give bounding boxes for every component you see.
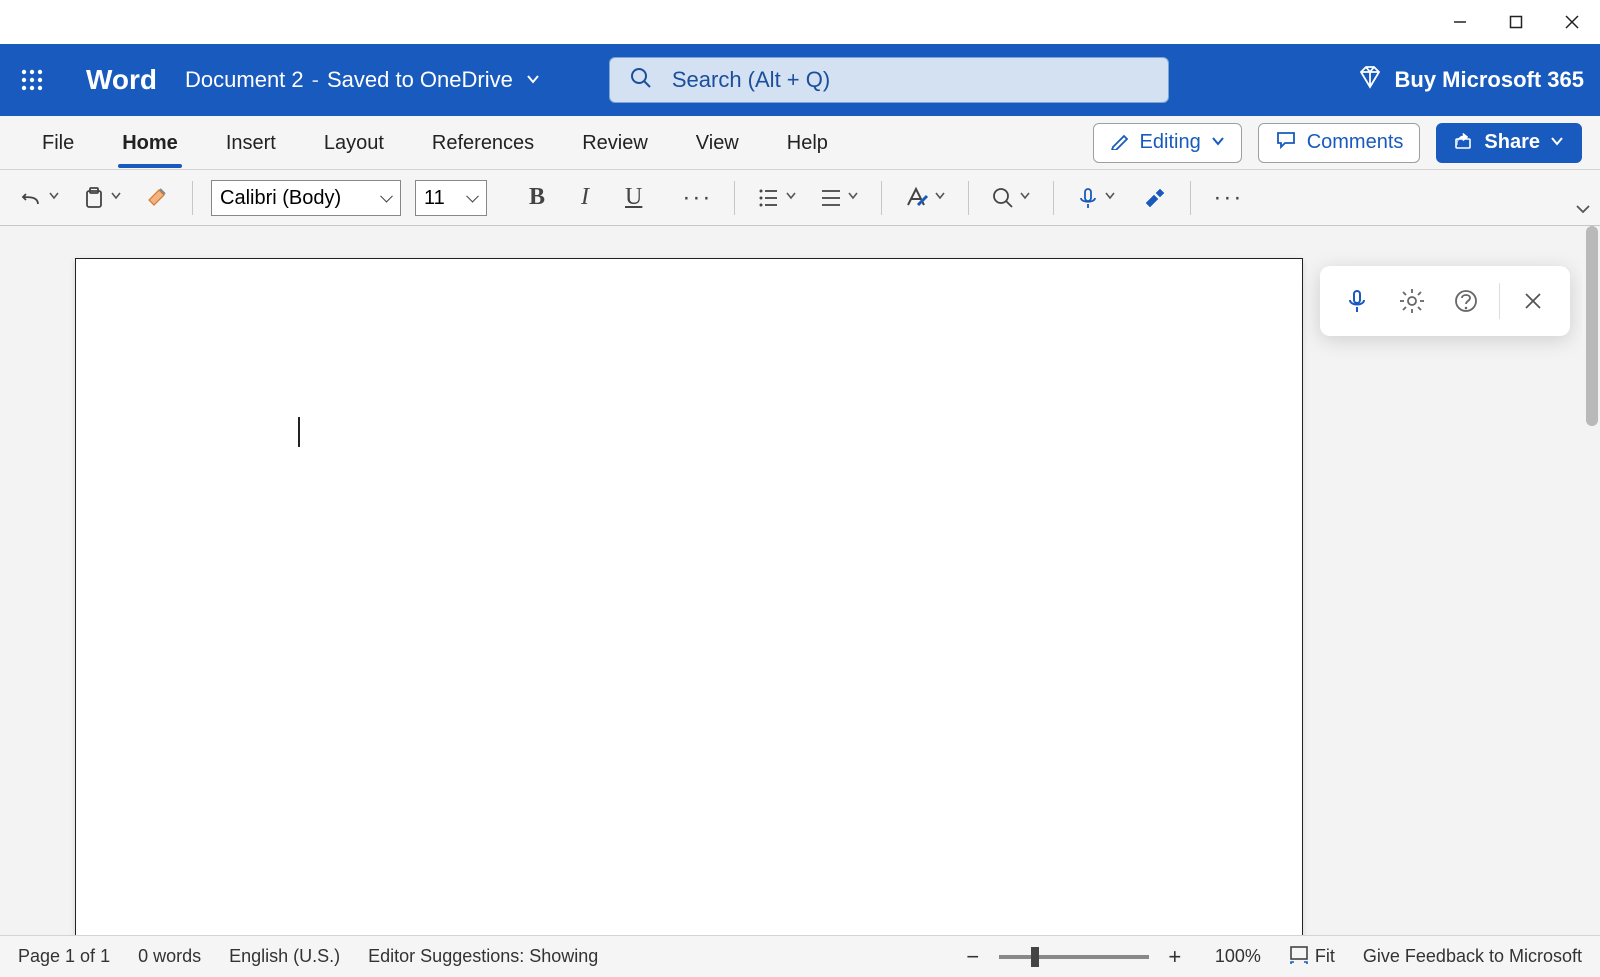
buy-microsoft-365-button[interactable]: Buy Microsoft 365 bbox=[1357, 64, 1585, 96]
tab-view[interactable]: View bbox=[672, 118, 763, 167]
editor-button[interactable] bbox=[1138, 181, 1172, 215]
bullets-button[interactable] bbox=[753, 182, 801, 214]
italic-button[interactable]: I bbox=[577, 180, 593, 215]
tab-file[interactable]: File bbox=[18, 118, 98, 167]
document-name: Document 2 bbox=[185, 67, 304, 93]
home-toolbar: Calibri (Body) 11 B I U ··· bbox=[0, 170, 1600, 226]
chevron-down-icon bbox=[785, 189, 797, 207]
document-canvas[interactable] bbox=[0, 226, 1600, 935]
search-box[interactable]: Search (Alt + Q) bbox=[609, 57, 1169, 103]
zoom-controls: − + bbox=[961, 944, 1187, 970]
save-status: Saved to OneDrive bbox=[327, 67, 513, 93]
text-cursor bbox=[298, 417, 300, 447]
maximize-button[interactable] bbox=[1488, 0, 1544, 44]
chevron-down-icon bbox=[1550, 131, 1564, 154]
paste-button[interactable] bbox=[78, 182, 126, 214]
feedback-link[interactable]: Give Feedback to Microsoft bbox=[1363, 946, 1582, 967]
editing-label: Editing bbox=[1140, 131, 1201, 154]
tab-home[interactable]: Home bbox=[98, 118, 202, 167]
fit-icon bbox=[1289, 944, 1309, 969]
buy-label: Buy Microsoft 365 bbox=[1395, 67, 1585, 93]
editing-mode-dropdown[interactable]: Editing bbox=[1093, 123, 1242, 163]
scrollbar-thumb[interactable] bbox=[1586, 226, 1598, 426]
search-icon bbox=[630, 67, 672, 94]
page-count[interactable]: Page 1 of 1 bbox=[18, 946, 110, 967]
diamond-icon bbox=[1357, 64, 1383, 96]
undo-button[interactable] bbox=[16, 182, 64, 214]
chevron-down-icon bbox=[525, 67, 541, 93]
minimize-button[interactable] bbox=[1432, 0, 1488, 44]
chevron-down-icon bbox=[48, 189, 60, 207]
search-placeholder: Search (Alt + Q) bbox=[672, 67, 830, 93]
app-name: Word bbox=[86, 64, 157, 96]
bold-button[interactable]: B bbox=[525, 180, 549, 215]
status-bar: Page 1 of 1 0 words English (U.S.) Edito… bbox=[0, 935, 1600, 977]
tab-review[interactable]: Review bbox=[558, 118, 672, 167]
more-font-options-button[interactable]: ··· bbox=[678, 180, 716, 216]
comment-icon bbox=[1275, 129, 1297, 157]
chevron-down-icon bbox=[1019, 189, 1031, 207]
zoom-out-button[interactable]: − bbox=[961, 944, 985, 970]
font-family-select[interactable]: Calibri (Body) bbox=[211, 180, 401, 216]
underline-button[interactable]: U bbox=[621, 180, 646, 215]
fit-to-window-button[interactable]: Fit bbox=[1289, 944, 1335, 969]
dictation-toolbar bbox=[1320, 266, 1570, 336]
tab-layout[interactable]: Layout bbox=[300, 118, 408, 167]
vertical-scrollbar[interactable] bbox=[1582, 226, 1600, 935]
chevron-down-icon bbox=[934, 189, 946, 207]
zoom-percent[interactable]: 100% bbox=[1215, 946, 1261, 967]
chevron-down-icon bbox=[110, 189, 122, 207]
chevron-down-icon bbox=[847, 189, 859, 207]
tab-references[interactable]: References bbox=[408, 118, 558, 167]
ribbon-tabs: File Home Insert Layout References Revie… bbox=[0, 116, 1600, 170]
window-titlebar bbox=[0, 0, 1600, 44]
share-button[interactable]: Share bbox=[1436, 123, 1582, 163]
word-count[interactable]: 0 words bbox=[138, 946, 201, 967]
share-label: Share bbox=[1484, 131, 1540, 154]
zoom-slider[interactable] bbox=[999, 955, 1149, 959]
chevron-down-icon bbox=[1211, 131, 1225, 154]
dictate-button[interactable] bbox=[1072, 182, 1120, 214]
close-window-button[interactable] bbox=[1544, 0, 1600, 44]
zoom-slider-thumb[interactable] bbox=[1031, 947, 1039, 967]
zoom-in-button[interactable]: + bbox=[1163, 944, 1187, 970]
editor-suggestions-status[interactable]: Editor Suggestions: Showing bbox=[368, 946, 598, 967]
language-status[interactable]: English (U.S.) bbox=[229, 946, 340, 967]
find-button[interactable] bbox=[987, 182, 1035, 214]
styles-button[interactable] bbox=[900, 181, 950, 215]
font-size-select[interactable]: 11 bbox=[415, 180, 487, 216]
dictation-close-button[interactable] bbox=[1511, 279, 1555, 323]
alignment-button[interactable] bbox=[815, 182, 863, 214]
fit-label: Fit bbox=[1315, 946, 1335, 967]
dictation-settings-button[interactable] bbox=[1390, 279, 1434, 323]
dictation-mic-button[interactable] bbox=[1335, 279, 1379, 323]
tab-help[interactable]: Help bbox=[763, 118, 852, 167]
document-page[interactable] bbox=[75, 258, 1303, 935]
dictation-help-button[interactable] bbox=[1444, 279, 1488, 323]
chevron-down-icon bbox=[1104, 189, 1116, 207]
pencil-icon bbox=[1110, 130, 1130, 156]
more-toolbar-button[interactable]: ··· bbox=[1209, 180, 1247, 216]
app-launcher-button[interactable] bbox=[16, 64, 48, 96]
format-painter-button[interactable] bbox=[140, 181, 174, 215]
app-header: Word Document 2 - Saved to OneDrive Sear… bbox=[0, 44, 1600, 116]
comments-label: Comments bbox=[1307, 131, 1404, 154]
tab-insert[interactable]: Insert bbox=[202, 118, 300, 167]
share-icon bbox=[1454, 130, 1474, 156]
document-title-dropdown[interactable]: Document 2 - Saved to OneDrive bbox=[185, 67, 541, 93]
ribbon-collapse-button[interactable] bbox=[1574, 200, 1592, 223]
comments-button[interactable]: Comments bbox=[1258, 123, 1421, 163]
